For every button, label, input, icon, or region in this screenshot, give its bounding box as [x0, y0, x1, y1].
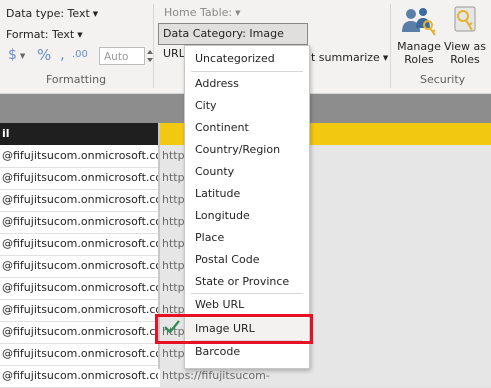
data-category-dropdown[interactable]: Data Category: Image URL▼: [158, 23, 308, 60]
format-dropdown[interactable]: Format: Text ▼: [6, 28, 83, 41]
decimals-icon: .00: [72, 49, 88, 60]
email-cell[interactable]: @fifujitsucom.onmicrosoft.com: [0, 233, 158, 255]
comma-button[interactable]: ,: [60, 45, 65, 63]
menu-separator: [191, 293, 303, 294]
chevron-down-icon: ▼: [77, 31, 83, 39]
menu-item[interactable]: Longitude: [185, 205, 309, 227]
menu-item[interactable]: County: [185, 161, 309, 183]
data-type-label: Data type: Text: [6, 7, 90, 20]
manage-roles-label-line1: Manage: [397, 40, 441, 53]
email-cell[interactable]: @fifujitsucom.onmicrosoft.com: [0, 299, 158, 321]
menu-item[interactable]: Web URL: [185, 294, 309, 316]
chevron-down-icon: ▼: [235, 9, 241, 17]
email-cell[interactable]: @fifujitsucom.onmicrosoft.com: [0, 255, 158, 277]
menu-item[interactable]: City: [185, 95, 309, 117]
currency-icon: $: [8, 47, 17, 63]
chevron-down-icon: ▼: [19, 52, 26, 60]
security-group-label: Security: [420, 73, 466, 86]
email-cell[interactable]: @fifujitsucom.onmicrosoft.com: [0, 145, 158, 167]
manage-roles-label-line2: Roles: [404, 53, 434, 66]
checkmark-icon: [163, 318, 181, 336]
summarize-label: t summarize: [311, 51, 380, 64]
view-as-roles-label-line2: Roles: [450, 53, 480, 66]
formatting-group-label: Formatting: [46, 73, 107, 86]
percent-icon: %: [37, 46, 52, 64]
email-cell[interactable]: @fifujitsucom.onmicrosoft.com: [0, 321, 158, 343]
email-cell[interactable]: @fifujitsucom.onmicrosoft.com: [0, 189, 158, 211]
summarize-dropdown[interactable]: t summarize ▼: [311, 51, 388, 64]
decimal-places-input[interactable]: Auto: [99, 47, 145, 65]
menu-item[interactable]: Place: [185, 227, 309, 249]
home-table-dropdown[interactable]: Home Table: ▼: [164, 6, 241, 19]
menu-item[interactable]: Latitude: [185, 183, 309, 205]
magnify-key-icon: [454, 6, 476, 32]
column-header-email[interactable]: il: [2, 127, 10, 140]
decimal-places-value: Auto: [104, 51, 129, 63]
menu-separator: [191, 71, 303, 72]
menu-item[interactable]: State or Province: [185, 271, 309, 293]
manage-roles-button[interactable]: Manage Roles: [396, 4, 442, 68]
menu-item[interactable]: Country/Region: [185, 139, 309, 161]
email-cell[interactable]: @fifujitsucom.onmicrosoft.com: [0, 343, 158, 365]
format-label: Format: Text: [6, 28, 75, 41]
group-divider: [390, 4, 391, 88]
menu-item[interactable]: Postal Code: [185, 249, 309, 271]
email-cell[interactable]: @fifujitsucom.onmicrosoft.com: [0, 211, 158, 233]
group-divider: [153, 4, 154, 88]
chevron-down-icon: ▼: [382, 54, 389, 62]
view-as-roles-label-line1: View as: [443, 40, 487, 53]
currency-button[interactable]: $ ▼: [8, 47, 25, 63]
menu-item[interactable]: Continent: [185, 117, 309, 139]
menu-item[interactable]: Address: [185, 73, 309, 95]
home-table-label: Home Table:: [164, 6, 233, 19]
menu-item[interactable]: Uncategorized: [185, 48, 309, 70]
people-key-icon: [402, 8, 436, 36]
percent-button[interactable]: %: [37, 46, 51, 64]
chevron-down-icon: ▼: [92, 10, 99, 18]
email-cell[interactable]: @fifujitsucom.onmicrosoft.com: [0, 277, 158, 299]
email-cell[interactable]: @fifujitsucom.onmicrosoft.com: [0, 167, 158, 189]
data-type-dropdown[interactable]: Data type: Text ▼: [6, 7, 98, 20]
menu-item[interactable]: Barcode: [185, 341, 309, 363]
decimals-button[interactable]: .00: [72, 49, 88, 60]
view-as-roles-button[interactable]: View as Roles: [443, 4, 487, 68]
comma-icon: ,: [60, 45, 65, 63]
email-cell[interactable]: @fifujitsucom.onmicrosoft.com: [0, 365, 158, 387]
